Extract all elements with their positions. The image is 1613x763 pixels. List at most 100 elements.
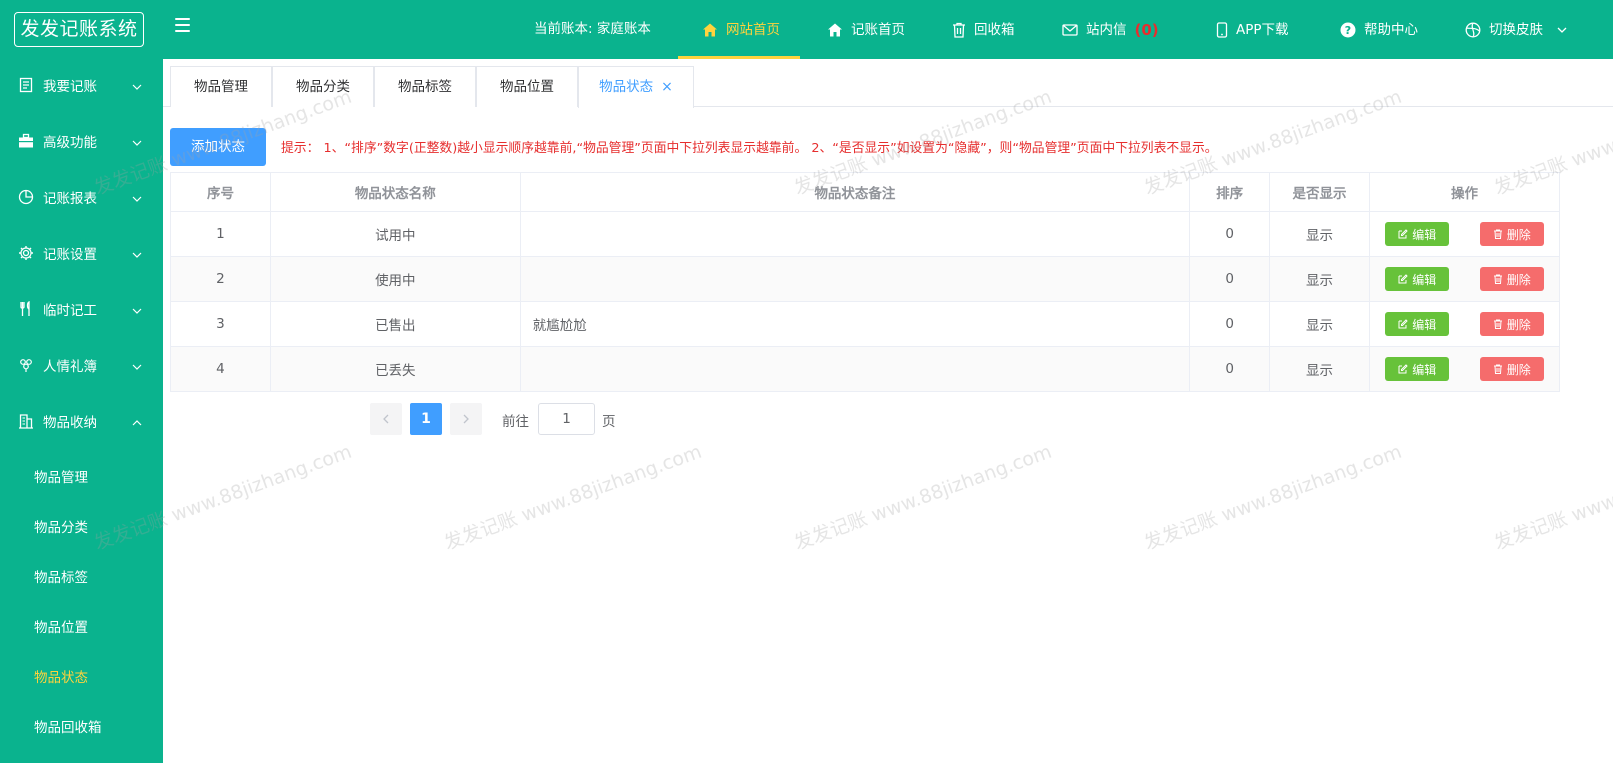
next-page-button[interactable] xyxy=(450,403,482,435)
trash-icon xyxy=(1493,319,1502,329)
sidebar-item-label: 我要记账 xyxy=(43,79,97,95)
chevron-down-icon xyxy=(132,192,142,202)
edit-button[interactable]: 编辑 xyxy=(1385,312,1450,336)
edit-button[interactable]: 编辑 xyxy=(1385,267,1450,291)
cell-name: 已丢失 xyxy=(269,346,521,392)
nav-help-center[interactable]: ? 帮助中心 xyxy=(1340,0,1418,59)
sidebar-subitem-item-category[interactable]: 物品分类 xyxy=(0,503,163,553)
cell-visible: 显示 xyxy=(1269,301,1371,347)
delete-button[interactable]: 删除 xyxy=(1479,357,1544,381)
app-logo[interactable]: 发发记账系统 xyxy=(14,12,144,47)
cell-name: 已售出 xyxy=(269,301,521,347)
watermark: 发发记账 www.88jizhang.com xyxy=(791,440,1055,555)
tab-item-tag[interactable]: 物品标签 xyxy=(374,66,476,107)
column-header: 物品状态备注 xyxy=(519,172,1191,212)
cell-actions: 编辑 删除 xyxy=(1369,346,1560,392)
phone-icon xyxy=(1216,21,1228,38)
table-row: 3 已售出 就尴尬尬 0 显示 编辑 删除 xyxy=(170,301,1560,347)
edit-icon xyxy=(1398,229,1408,239)
pie-chart-icon xyxy=(18,189,34,205)
cell-sort: 0 xyxy=(1189,301,1271,347)
delete-button[interactable]: 删除 xyxy=(1479,267,1544,291)
skin-icon xyxy=(1465,22,1481,38)
sidebar-item-temp-work[interactable]: 临时记工 xyxy=(0,284,163,334)
close-icon[interactable]: × xyxy=(661,79,673,95)
chevron-up-icon xyxy=(132,416,142,426)
sidebar-subitem-item-recycle[interactable]: 物品回收箱 xyxy=(0,703,163,753)
tab-item-manage[interactable]: 物品管理 xyxy=(170,66,272,107)
sidebar-subitem-item-location[interactable]: 物品位置 xyxy=(0,603,163,653)
edit-button[interactable]: 编辑 xyxy=(1385,357,1450,381)
tab-item-status[interactable]: 物品状态 × xyxy=(578,66,694,108)
tab-label: 物品标签 xyxy=(398,79,452,95)
nav-label: APP下载 xyxy=(1236,21,1289,38)
sidebar-item-label: 人情礼簿 xyxy=(43,359,97,375)
nav-label: 站内信 xyxy=(1086,21,1127,38)
edit-button[interactable]: 编辑 xyxy=(1385,222,1450,246)
cell-visible: 显示 xyxy=(1269,346,1371,392)
column-header: 操作 xyxy=(1369,172,1560,212)
nav-label: 记账首页 xyxy=(851,21,905,38)
delete-button[interactable]: 删除 xyxy=(1479,312,1544,336)
cell-visible: 显示 xyxy=(1269,211,1371,257)
cell-actions: 编辑 删除 xyxy=(1369,301,1560,347)
building-icon xyxy=(18,413,34,429)
gear-icon xyxy=(18,245,34,261)
trash-icon xyxy=(1493,274,1502,284)
watermark: 发发记账 www.88jizhang.com xyxy=(441,440,705,555)
home-icon xyxy=(702,22,718,38)
sidebar-item-settings[interactable]: 记账设置 xyxy=(0,228,163,278)
delete-button[interactable]: 删除 xyxy=(1479,222,1544,246)
chevron-down-icon xyxy=(132,360,142,370)
menu-toggle-icon[interactable] xyxy=(175,18,193,36)
edit-icon xyxy=(1398,274,1408,284)
sidebar-subitem-item-manage[interactable]: 物品管理 xyxy=(0,453,163,503)
status-table: 序号 物品状态名称 物品状态备注 排序 是否显示 操作 1 试用中 0 显示 编… xyxy=(170,172,1560,392)
grape-icon xyxy=(18,357,34,373)
tab-item-location[interactable]: 物品位置 xyxy=(476,66,578,107)
cell-index: 3 xyxy=(170,301,271,347)
nav-switch-skin[interactable]: 切换皮肤 xyxy=(1465,0,1575,59)
current-book-label: 当前账本: 家庭账本 xyxy=(534,21,651,37)
sidebar-item-storage[interactable]: 物品收纳 xyxy=(0,396,163,446)
sidebar-item-reports[interactable]: 记账报表 xyxy=(0,172,163,222)
delete-label: 删除 xyxy=(1506,317,1531,332)
nav-recycle-bin[interactable]: 回收箱 xyxy=(952,0,1015,59)
cell-sort: 0 xyxy=(1189,256,1271,302)
document-icon xyxy=(18,77,34,93)
tab-label: 物品位置 xyxy=(500,79,554,95)
page-number-current[interactable]: 1 xyxy=(410,403,442,435)
home-icon xyxy=(827,22,843,38)
sidebar-item-advanced[interactable]: 高级功能 xyxy=(0,116,163,166)
cell-name: 试用中 xyxy=(269,211,521,257)
tab-bar: 物品管理 物品分类 物品标签 物品位置 物品状态 × xyxy=(163,59,1613,108)
nav-label: 网站首页 xyxy=(726,21,780,38)
prev-page-button[interactable] xyxy=(370,403,402,435)
nav-app-download[interactable]: APP下载 xyxy=(1216,0,1289,59)
tab-label: 物品状态 xyxy=(599,79,654,95)
cell-note xyxy=(519,346,1191,392)
delete-label: 删除 xyxy=(1506,362,1531,377)
tab-item-category[interactable]: 物品分类 xyxy=(272,66,374,107)
svg-text:?: ? xyxy=(1345,24,1351,37)
column-header: 排序 xyxy=(1189,172,1271,212)
watermark: 发发记账 www.88jizhang.com xyxy=(1141,440,1405,555)
chevron-left-icon xyxy=(383,414,389,424)
tab-label: 物品分类 xyxy=(296,79,350,95)
chevron-down-icon xyxy=(132,248,142,258)
nav-bookkeeping-home[interactable]: 记账首页 xyxy=(827,0,905,59)
sidebar-item-label: 记账设置 xyxy=(43,247,97,263)
sidebar-subitem-item-tag[interactable]: 物品标签 xyxy=(0,553,163,603)
add-status-button[interactable]: 添加状态 xyxy=(170,128,266,166)
sidebar-item-gift-book[interactable]: 人情礼簿 xyxy=(0,340,163,390)
edit-label: 编辑 xyxy=(1412,362,1437,377)
sidebar-subitem-item-status[interactable]: 物品状态 xyxy=(0,653,163,703)
table-row: 4 已丢失 0 显示 编辑 删除 xyxy=(170,346,1560,392)
sidebar-item-bookkeeping[interactable]: 我要记账 xyxy=(0,60,163,110)
table-row: 2 使用中 0 显示 编辑 删除 xyxy=(170,256,1560,302)
nav-messages[interactable]: 站内信 (0) xyxy=(1062,0,1159,59)
goto-page-input[interactable] xyxy=(538,403,595,435)
cell-note xyxy=(519,211,1191,257)
nav-site-home[interactable]: 网站首页 xyxy=(678,0,800,59)
edit-icon xyxy=(1398,319,1408,329)
